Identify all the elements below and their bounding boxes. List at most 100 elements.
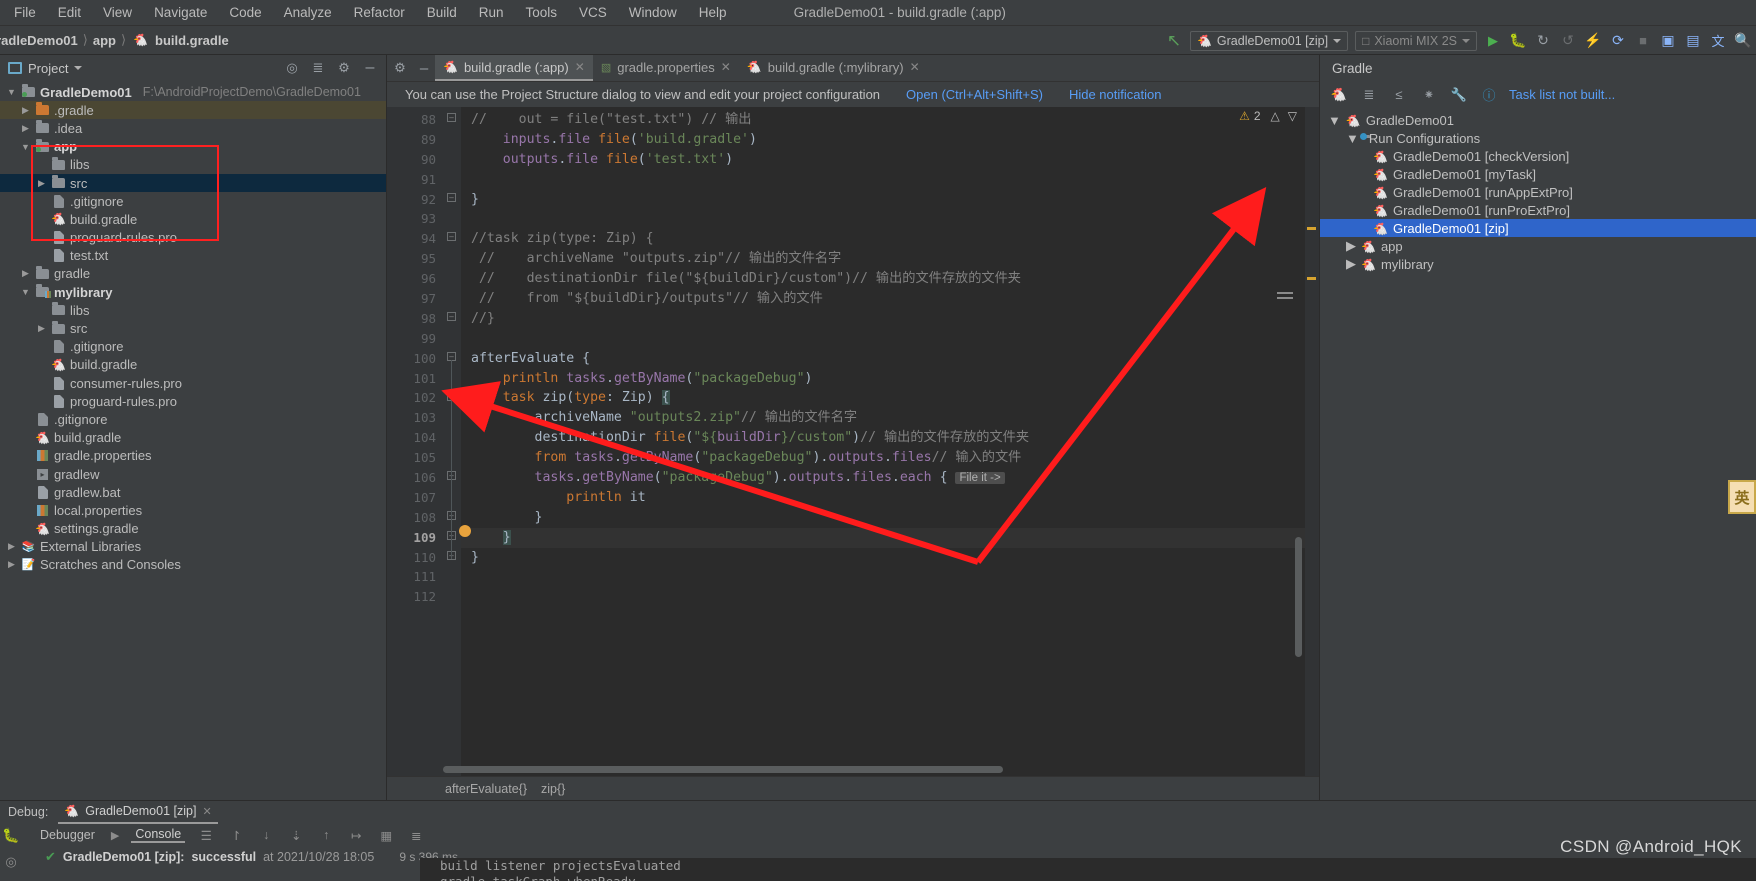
code-line-111[interactable]: [461, 567, 1319, 587]
code-line-107[interactable]: println it: [461, 488, 1319, 508]
device-selector[interactable]: □ Xiaomi MIX 2S: [1355, 30, 1477, 51]
stop-icon[interactable]: ■: [1634, 32, 1652, 50]
menu-item-vcs[interactable]: VCS: [579, 5, 607, 20]
menu-item-build[interactable]: Build: [427, 5, 457, 20]
code-line-101[interactable]: println tasks.getByName("packageDebug"): [461, 369, 1319, 389]
gradle-tree-item-gradledemo01--mytask-[interactable]: 🐔 GradleDemo01 [myTask]: [1320, 165, 1756, 183]
menu-item-run[interactable]: Run: [479, 5, 504, 20]
menu-item-navigate[interactable]: Navigate: [154, 5, 207, 20]
translate-icon[interactable]: 文: [1709, 32, 1727, 50]
menu-item-view[interactable]: View: [103, 5, 132, 20]
vcs-update-icon[interactable]: ↖: [1165, 31, 1183, 50]
code-line-110[interactable]: }: [461, 548, 1319, 568]
gradle-tree-item-gradledemo01--runappextpro-[interactable]: 🐔 GradleDemo01 [runAppExtPro]: [1320, 183, 1756, 201]
fold-marker-92[interactable]: –: [447, 192, 456, 202]
print-icon[interactable]: ☰: [197, 826, 215, 844]
menu-item-edit[interactable]: Edit: [58, 5, 81, 20]
tree-item--gitignore[interactable]: .gitignore: [0, 338, 386, 356]
menu-item-code[interactable]: Code: [229, 5, 261, 20]
step-into-icon[interactable]: ↓: [257, 826, 275, 844]
tree-item-gradle-properties[interactable]: gradle.properties: [0, 447, 386, 465]
attach-debugger-icon[interactable]: ↻: [1534, 32, 1552, 50]
tree-item-test-txt[interactable]: test.txt: [0, 247, 386, 265]
code-line-94[interactable]: //task zip(type: Zip) {: [461, 229, 1319, 249]
mute-breakpoints-icon[interactable]: ◎: [5, 854, 16, 870]
tree-item-libs[interactable]: libs: [0, 156, 386, 174]
ime-badge[interactable]: 英: [1728, 480, 1756, 514]
code-line-99[interactable]: [461, 329, 1319, 349]
breadcrumb-item-file[interactable]: build.gradle: [155, 33, 229, 48]
tree-item-scratches-and-consoles[interactable]: ▶ 📝 Scratches and Consoles: [0, 556, 386, 574]
sdk-manager-icon[interactable]: ▤: [1684, 32, 1702, 50]
debug-icon[interactable]: 🐛: [1509, 32, 1527, 50]
force-step-into-icon[interactable]: ⇣: [287, 826, 305, 844]
debug-icon[interactable]: 🐛: [2, 827, 19, 844]
gradle-task-tree[interactable]: ▼ 🐔 GradleDemo01 ▼ Run Configurations 🐔 Gradle…: [1320, 108, 1756, 800]
step-over-icon[interactable]: ↾: [227, 826, 245, 844]
intention-bulb-icon[interactable]: [459, 525, 471, 537]
evaluate-icon[interactable]: ▦: [377, 826, 395, 844]
gradle-tree-item-mylibrary[interactable]: ▶ 🐔 mylibrary: [1320, 255, 1756, 273]
gradle-icon[interactable]: 🐔: [1329, 85, 1349, 105]
collapse-all-icon[interactable]: ≣: [308, 58, 328, 78]
tree-item--idea[interactable]: ▶ .idea: [0, 119, 386, 137]
gradle-tree-item-gradledemo01[interactable]: ▼ 🐔 GradleDemo01: [1320, 111, 1756, 129]
code-editor[interactable]: 88 89 90 91 92 93 94 95 96 97 98 99 100 101 102 103 104 1…: [387, 107, 1319, 776]
debug-session-tab[interactable]: 🐔 GradleDemo01 [zip] ✕: [58, 801, 218, 824]
project-view-chevron-icon[interactable]: [74, 66, 83, 70]
tree-item-gradlew[interactable]: ▸ gradlew: [0, 465, 386, 483]
inspection-status[interactable]: ⚠ 2 △ ▽: [1239, 109, 1297, 123]
menu-item-file[interactable]: File: [14, 5, 36, 20]
tree-item-build-gradle[interactable]: 🐔 build.gradle: [0, 429, 386, 447]
code-line-104[interactable]: destinationDir file("${buildDir}/custom"…: [461, 428, 1319, 448]
run-icon[interactable]: ▶: [1484, 32, 1502, 50]
sync-gradle-icon[interactable]: ⟳: [1609, 32, 1627, 50]
tree-item--gradle[interactable]: ▶ .gradle: [0, 101, 386, 120]
code-folding-column[interactable]: ––––––––––: [443, 107, 461, 776]
code-line-95[interactable]: // archiveName "outputs.zip"// 输出的文件名字: [461, 249, 1319, 269]
tab-debugger[interactable]: Debugger: [36, 828, 99, 842]
gradle-tree-item-gradledemo01--runproextpro-[interactable]: 🐔 GradleDemo01 [runProExtPro]: [1320, 201, 1756, 219]
code-line-106[interactable]: tasks.getByName("packageDebug").outputs.…: [461, 468, 1319, 488]
tree-item-gradle[interactable]: ▶ gradle: [0, 265, 386, 283]
breadcrumb-item-module[interactable]: app: [93, 33, 116, 48]
gradle-tree-item-app[interactable]: ▶ 🐔 app: [1320, 237, 1756, 255]
project-file-tree[interactable]: ▼ GradleDemo01 F:\AndroidProjectDemo\Gradl…: [0, 81, 386, 800]
hide-icon[interactable]: –: [360, 58, 380, 78]
code-line-92[interactable]: }: [461, 190, 1319, 210]
profiler-icon[interactable]: ↺: [1559, 32, 1577, 50]
status-breadcrumb-2[interactable]: zip{}: [541, 782, 565, 796]
folded-region-icon[interactable]: [1277, 292, 1293, 294]
menu-item-help[interactable]: Help: [699, 5, 727, 20]
code-line-109[interactable]: }: [461, 527, 1319, 548]
warning-marker[interactable]: [1307, 227, 1316, 230]
editor-settings-icon[interactable]: ⚙: [387, 55, 413, 81]
fold-marker-98[interactable]: –: [447, 312, 456, 321]
breadcrumb-item-project[interactable]: GradleDemo01: [0, 33, 78, 48]
fold-marker-88[interactable]: –: [447, 113, 456, 122]
code-line-100[interactable]: afterEvaluate {: [461, 349, 1319, 369]
editor-hide-icon[interactable]: –: [413, 55, 435, 81]
console-output[interactable]: build listener projectsEvaluated gradle.…: [420, 858, 1756, 881]
code-line-112[interactable]: [461, 587, 1319, 607]
analysis-marker-strip[interactable]: [1305, 107, 1319, 776]
settings-icon[interactable]: ≣: [407, 826, 425, 844]
code-line-97[interactable]: // from "${buildDir}/outputs"// 输入的文件: [461, 289, 1319, 309]
collapse-all-icon[interactable]: ≤: [1389, 85, 1409, 105]
editor-horizontal-scrollbar[interactable]: [443, 766, 1003, 773]
fold-marker-94[interactable]: –: [447, 232, 456, 242]
tree-item-gradledemo01[interactable]: ▼ GradleDemo01 F:\AndroidProjectDemo\Gradl…: [0, 83, 386, 101]
menu-item-analyze[interactable]: Analyze: [284, 5, 332, 20]
code-text[interactable]: // out = file("test.txt") // 输出 inputs.f…: [461, 107, 1319, 776]
close-icon[interactable]: ✕: [202, 805, 211, 818]
notification-open-link[interactable]: Open (Ctrl+Alt+Shift+S): [906, 87, 1043, 102]
code-line-91[interactable]: [461, 170, 1319, 190]
close-icon-3[interactable]: ✕: [910, 60, 920, 74]
prev-problem-icon[interactable]: △: [1271, 109, 1280, 123]
build-settings-icon[interactable]: 🔧: [1449, 85, 1469, 105]
run-configuration-selector[interactable]: 🐔 GradleDemo01 [zip]: [1189, 30, 1349, 51]
menu-item-tools[interactable]: Tools: [526, 5, 558, 20]
step-out-icon[interactable]: ↑: [317, 826, 335, 844]
expand-all-icon[interactable]: ≣: [1359, 85, 1379, 105]
run-to-cursor-icon[interactable]: ↦: [347, 826, 365, 844]
